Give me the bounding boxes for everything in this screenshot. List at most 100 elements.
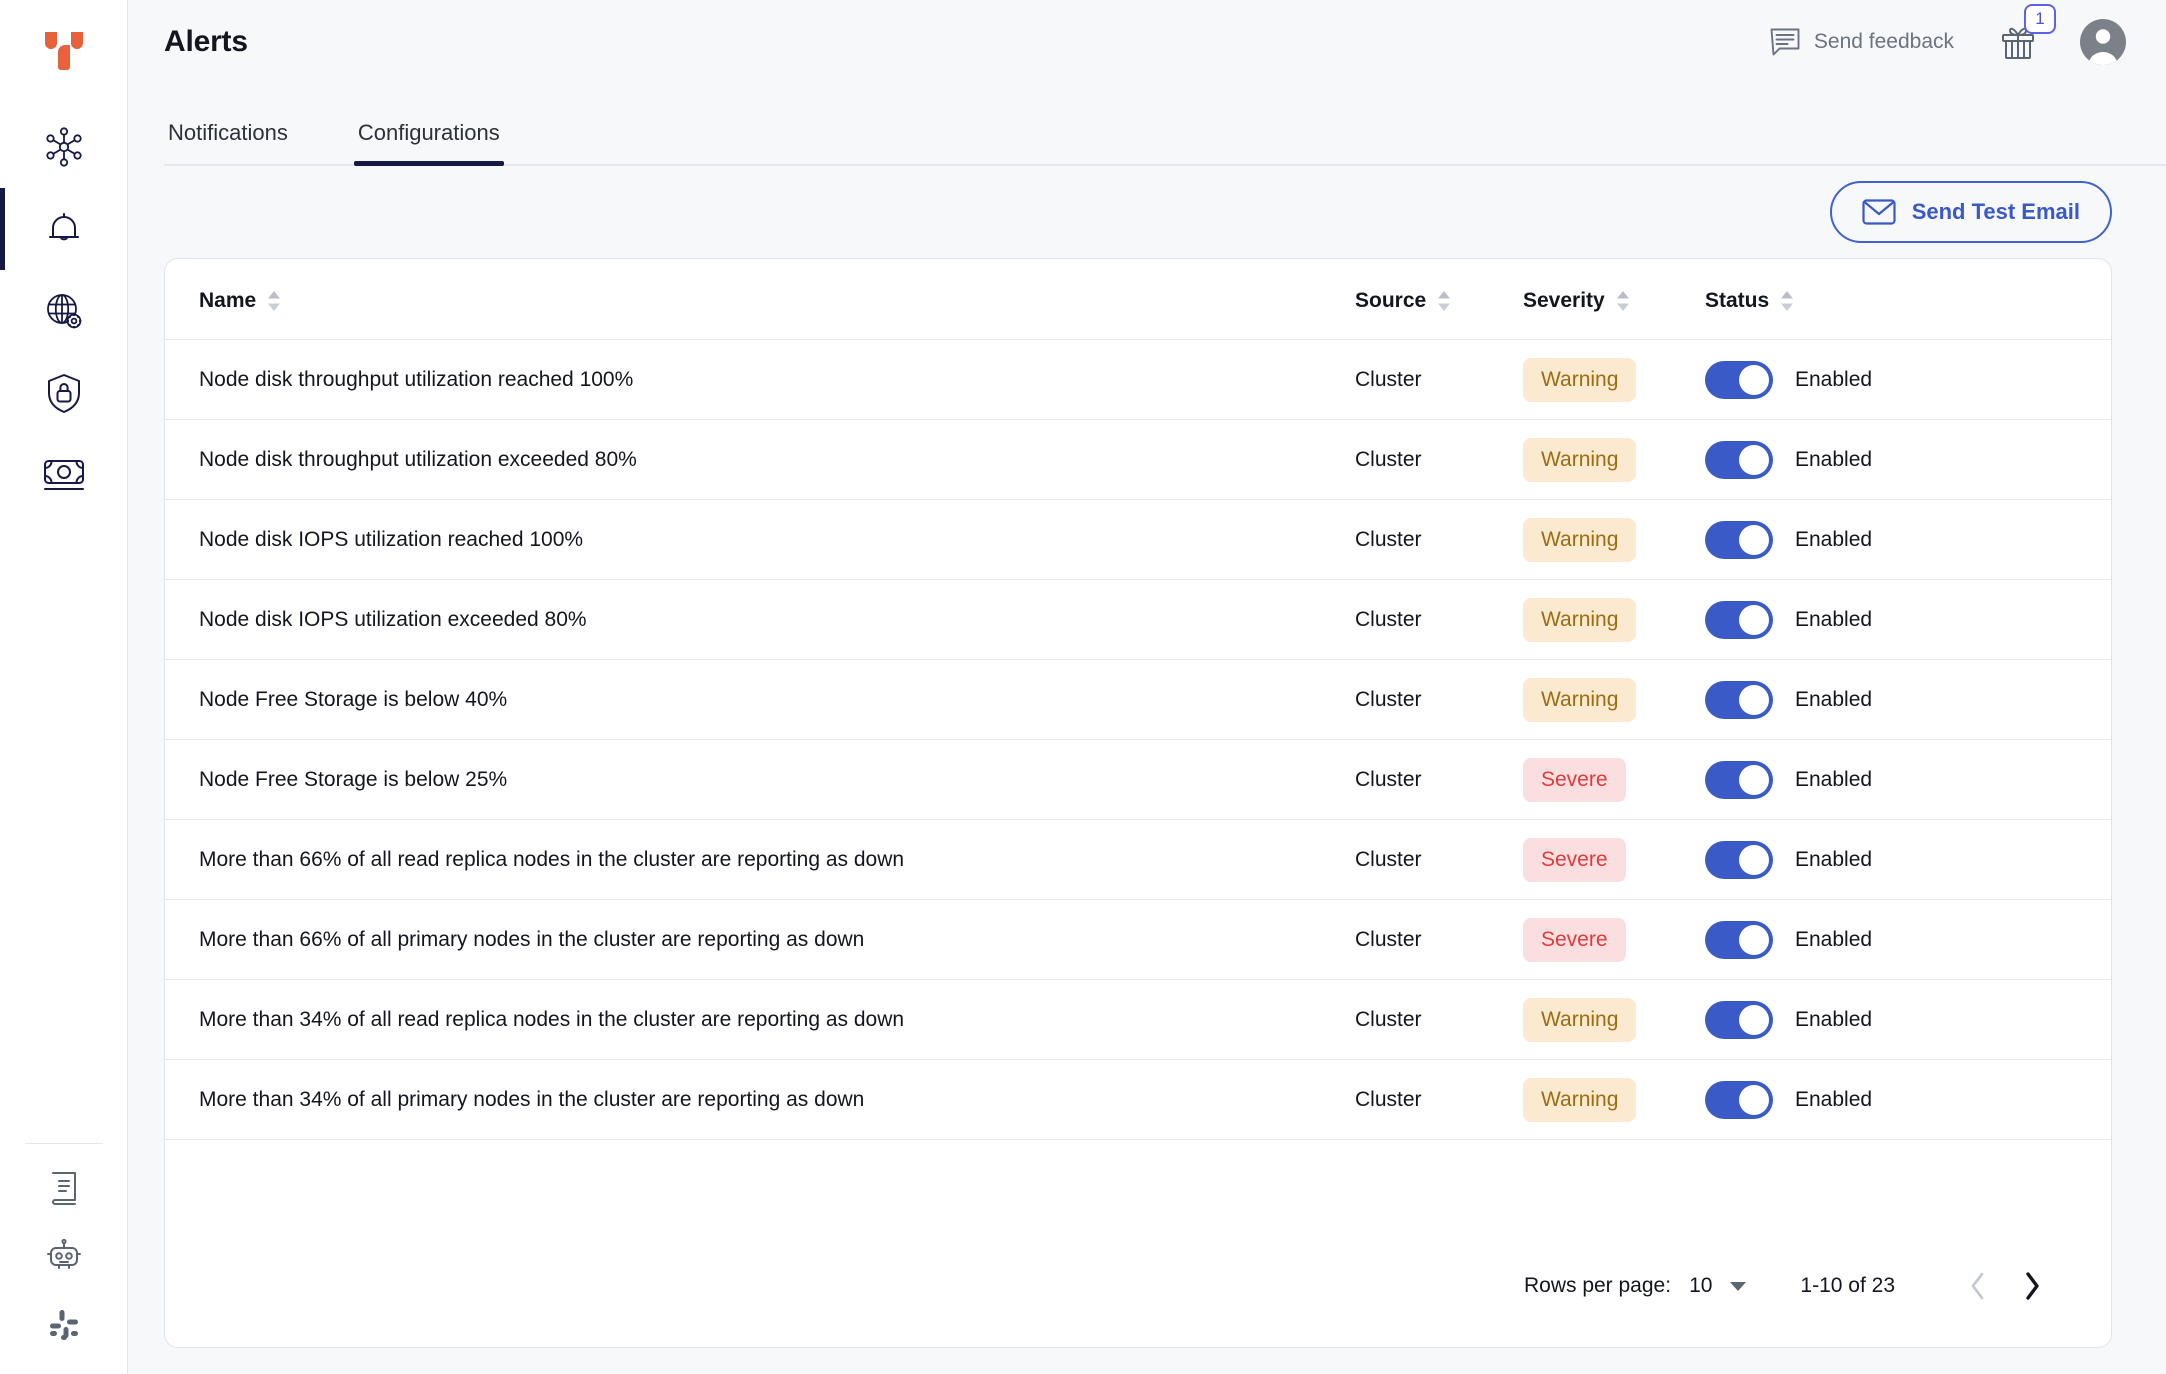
rows-per-page-select[interactable]: 10 bbox=[1689, 1274, 1748, 1298]
sidebar-item-network-settings[interactable] bbox=[0, 270, 128, 352]
column-header-status[interactable]: Status bbox=[1705, 259, 2111, 340]
left-sidebar bbox=[0, 0, 128, 1374]
table-row[interactable]: Node Free Storage is below 40% Cluster War… bbox=[165, 659, 2111, 740]
sidebar-item-security[interactable] bbox=[0, 352, 128, 434]
status-toggle[interactable] bbox=[1705, 680, 1773, 719]
table-row[interactable]: Node disk throughput utilization reached… bbox=[165, 339, 2111, 420]
cell-status: Enabled bbox=[1705, 339, 2111, 420]
toggle-knob bbox=[1739, 684, 1769, 715]
status-toggle[interactable] bbox=[1705, 440, 1773, 479]
status-toggle[interactable] bbox=[1705, 1000, 1773, 1039]
send-feedback-label: Send feedback bbox=[1813, 30, 1954, 53]
cell-source: Cluster bbox=[1355, 979, 1523, 1060]
toggle-knob bbox=[1739, 1004, 1769, 1035]
cell-severity: Severe bbox=[1523, 899, 1705, 980]
table-row[interactable]: Node disk throughput utilization exceede… bbox=[165, 419, 2111, 500]
cell-severity: Warning bbox=[1523, 499, 1705, 580]
table-row[interactable]: Node disk IOPS utilization reached 100% C… bbox=[165, 499, 2111, 580]
status-label: Enabled bbox=[1795, 447, 1873, 471]
avatar[interactable] bbox=[2080, 19, 2126, 65]
tab-notifications[interactable]: Notifications bbox=[164, 120, 292, 166]
cell-status: Enabled bbox=[1705, 739, 2111, 820]
toggle-knob bbox=[1739, 844, 1769, 875]
cell-source: Cluster bbox=[1355, 819, 1523, 900]
status-toggle[interactable] bbox=[1705, 520, 1773, 559]
slack-icon bbox=[49, 1310, 78, 1340]
cluster-network-icon bbox=[45, 127, 82, 167]
chevron-down-icon bbox=[1730, 1282, 1747, 1291]
table-row[interactable]: More than 66% of all primary nodes in th… bbox=[165, 899, 2111, 980]
send-feedback-button[interactable]: Send feedback bbox=[1768, 25, 1954, 59]
cell-status: Enabled bbox=[1705, 899, 2111, 980]
gift-button[interactable]: 1 bbox=[1998, 4, 2056, 62]
table-row[interactable]: More than 66% of all read replica nodes … bbox=[165, 819, 2111, 900]
severity-badge: Severe bbox=[1523, 837, 1626, 882]
table-row[interactable]: Node disk IOPS utilization exceeded 80% C… bbox=[165, 579, 2111, 660]
cell-alert-name: More than 34% of all primary nodes in th… bbox=[165, 1059, 1355, 1140]
status-label: Enabled bbox=[1795, 1007, 1873, 1031]
page-title: Alerts bbox=[164, 25, 248, 58]
status-label: Enabled bbox=[1795, 767, 1873, 791]
sidebar-item-clusters[interactable] bbox=[0, 106, 128, 188]
status-toggle[interactable] bbox=[1705, 360, 1773, 399]
sort-arrows-icon bbox=[268, 291, 281, 311]
status-toggle[interactable] bbox=[1705, 1080, 1773, 1119]
cell-severity: Warning bbox=[1523, 339, 1705, 420]
yugabyte-logo-icon bbox=[44, 32, 83, 70]
table-row[interactable]: More than 34% of all read replica nodes … bbox=[165, 979, 2111, 1060]
pagination-next-button[interactable] bbox=[2005, 1259, 2059, 1313]
status-toggle[interactable] bbox=[1705, 840, 1773, 879]
column-header-source[interactable]: Source bbox=[1355, 259, 1523, 340]
table-card-area: Name Source Severity Status Node disk th… bbox=[128, 258, 2166, 1374]
tab-configurations[interactable]: Configurations bbox=[353, 120, 504, 166]
sidebar-bottom-nav bbox=[0, 1139, 127, 1374]
cell-status: Enabled bbox=[1705, 819, 2111, 900]
rows-per-page-label: Rows per page: bbox=[1523, 1274, 1672, 1297]
table-head: Name Source Severity Status bbox=[165, 259, 2111, 340]
sort-arrows-icon bbox=[1438, 291, 1451, 311]
status-label: Enabled bbox=[1795, 367, 1873, 391]
speech-bubble-icon bbox=[1770, 28, 1800, 56]
pagination-range-label: 1-10 of 23 bbox=[1800, 1274, 1895, 1297]
cell-status: Enabled bbox=[1705, 499, 2111, 580]
bell-icon bbox=[48, 213, 79, 241]
status-toggle[interactable] bbox=[1705, 760, 1773, 799]
table-row[interactable]: More than 34% of all primary nodes in th… bbox=[165, 1059, 2111, 1140]
main-content: Alerts Send feedback 1 Notifications Con… bbox=[128, 0, 2166, 1374]
status-cell: Enabled bbox=[1705, 920, 2111, 959]
table-row[interactable]: Node Free Storage is below 25% Cluster Sev… bbox=[165, 739, 2111, 820]
status-label: Enabled bbox=[1795, 527, 1873, 551]
cell-source: Cluster bbox=[1355, 659, 1523, 740]
sidebar-item-documentation[interactable] bbox=[0, 1154, 128, 1222]
envelope-icon bbox=[1862, 199, 1896, 225]
sidebar-divider bbox=[24, 1143, 103, 1144]
column-header-name-label: Name bbox=[199, 289, 257, 312]
sidebar-item-slack-community[interactable] bbox=[0, 1290, 128, 1358]
top-header: Alerts Send feedback 1 bbox=[128, 0, 2166, 84]
app-logo[interactable] bbox=[0, 0, 127, 106]
status-toggle[interactable] bbox=[1705, 600, 1773, 639]
status-cell: Enabled bbox=[1705, 680, 2111, 719]
severity-badge: Severe bbox=[1523, 757, 1626, 802]
status-cell: Enabled bbox=[1705, 520, 2111, 559]
sidebar-top-nav bbox=[0, 106, 127, 516]
status-toggle[interactable] bbox=[1705, 920, 1773, 959]
column-header-severity[interactable]: Severity bbox=[1523, 259, 1705, 340]
pagination-prev-button[interactable] bbox=[1951, 1259, 2005, 1313]
sidebar-item-alerts[interactable] bbox=[0, 188, 128, 270]
column-header-source-label: Source bbox=[1355, 289, 1427, 312]
cell-alert-name: More than 66% of all primary nodes in th… bbox=[165, 899, 1355, 980]
severity-badge: Warning bbox=[1523, 597, 1637, 642]
app-root: Alerts Send feedback 1 Notifications Con… bbox=[0, 0, 2166, 1374]
sidebar-item-billing[interactable] bbox=[0, 434, 128, 516]
severity-badge: Warning bbox=[1523, 677, 1637, 722]
cell-alert-name: Node Free Storage is below 25% bbox=[165, 739, 1355, 820]
send-test-email-button[interactable]: Send Test Email bbox=[1829, 181, 2112, 243]
cell-alert-name: Node disk throughput utilization reached… bbox=[165, 339, 1355, 420]
cell-source: Cluster bbox=[1355, 499, 1523, 580]
shield-lock-icon bbox=[47, 374, 80, 413]
toggle-knob bbox=[1739, 1084, 1769, 1115]
chevron-right-icon bbox=[2026, 1272, 2039, 1300]
column-header-name[interactable]: Name bbox=[165, 259, 1355, 340]
sidebar-item-support-bot[interactable] bbox=[0, 1222, 128, 1290]
